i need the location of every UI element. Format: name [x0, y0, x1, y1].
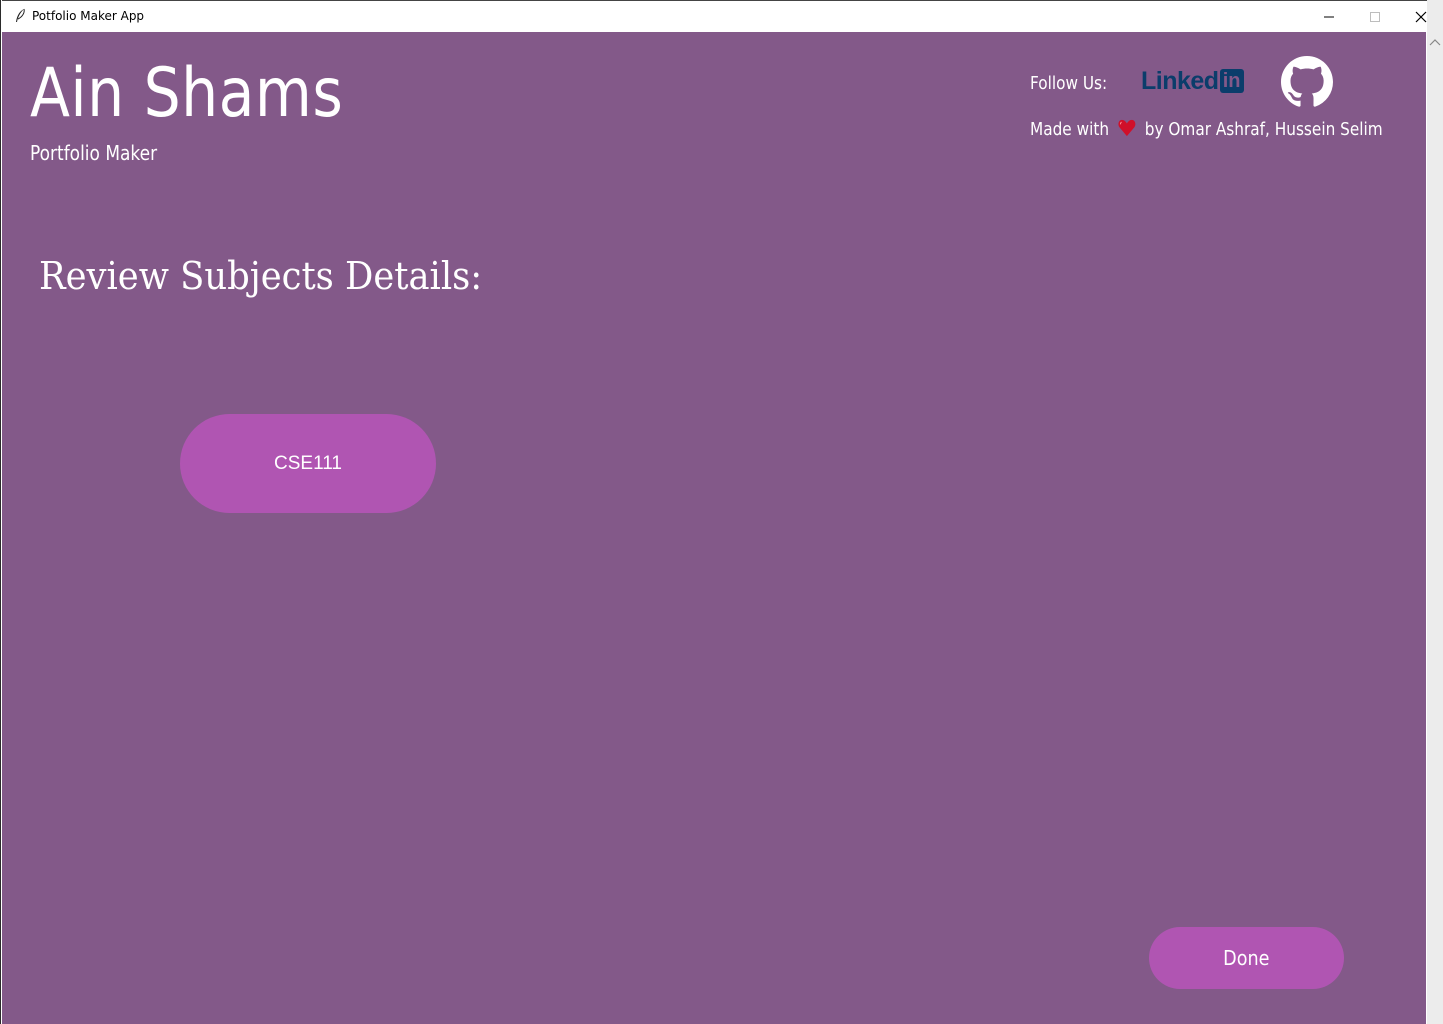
done-label: Done	[1223, 946, 1270, 970]
main-content: Ain Shams Portfolio Maker Follow Us: Lin…	[2, 32, 1426, 1024]
done-button[interactable]: Done	[1149, 927, 1344, 989]
minimize-icon	[1324, 16, 1334, 18]
made-with-suffix: by Omar Ashraf, Hussein Selim	[1144, 119, 1383, 140]
made-with-prefix: Made with	[1030, 119, 1110, 140]
heart-icon	[1118, 119, 1137, 137]
linkedin-icon[interactable]: Linked in	[1141, 66, 1244, 96]
app-window: Potfolio Maker App Ain Shams Portfolio M…	[0, 0, 1428, 1024]
follow-label: Follow Us:	[1030, 73, 1108, 94]
section-title: Review Subjects Details:	[39, 254, 483, 298]
window-title: Potfolio Maker App	[32, 9, 145, 23]
close-icon	[1415, 11, 1427, 23]
window-right-edge	[1427, 0, 1443, 1024]
title-bar: Potfolio Maker App	[2, 0, 1428, 32]
brand-title: Ain Shams	[30, 54, 344, 133]
linkedin-in-badge: in	[1219, 69, 1244, 93]
github-icon[interactable]	[1281, 56, 1333, 108]
subject-button-cse111[interactable]: CSE111	[180, 414, 436, 513]
scroll-up-icon[interactable]	[1428, 34, 1442, 52]
feather-icon	[12, 8, 28, 24]
credits-line: Made with by Omar Ashraf, Hussein Selim	[1030, 119, 1383, 140]
brand-subtitle: Portfolio Maker	[30, 141, 158, 165]
maximize-icon	[1370, 12, 1380, 22]
minimize-button[interactable]	[1306, 1, 1352, 32]
linkedin-text: Linked	[1141, 66, 1219, 95]
maximize-button[interactable]	[1352, 1, 1398, 32]
